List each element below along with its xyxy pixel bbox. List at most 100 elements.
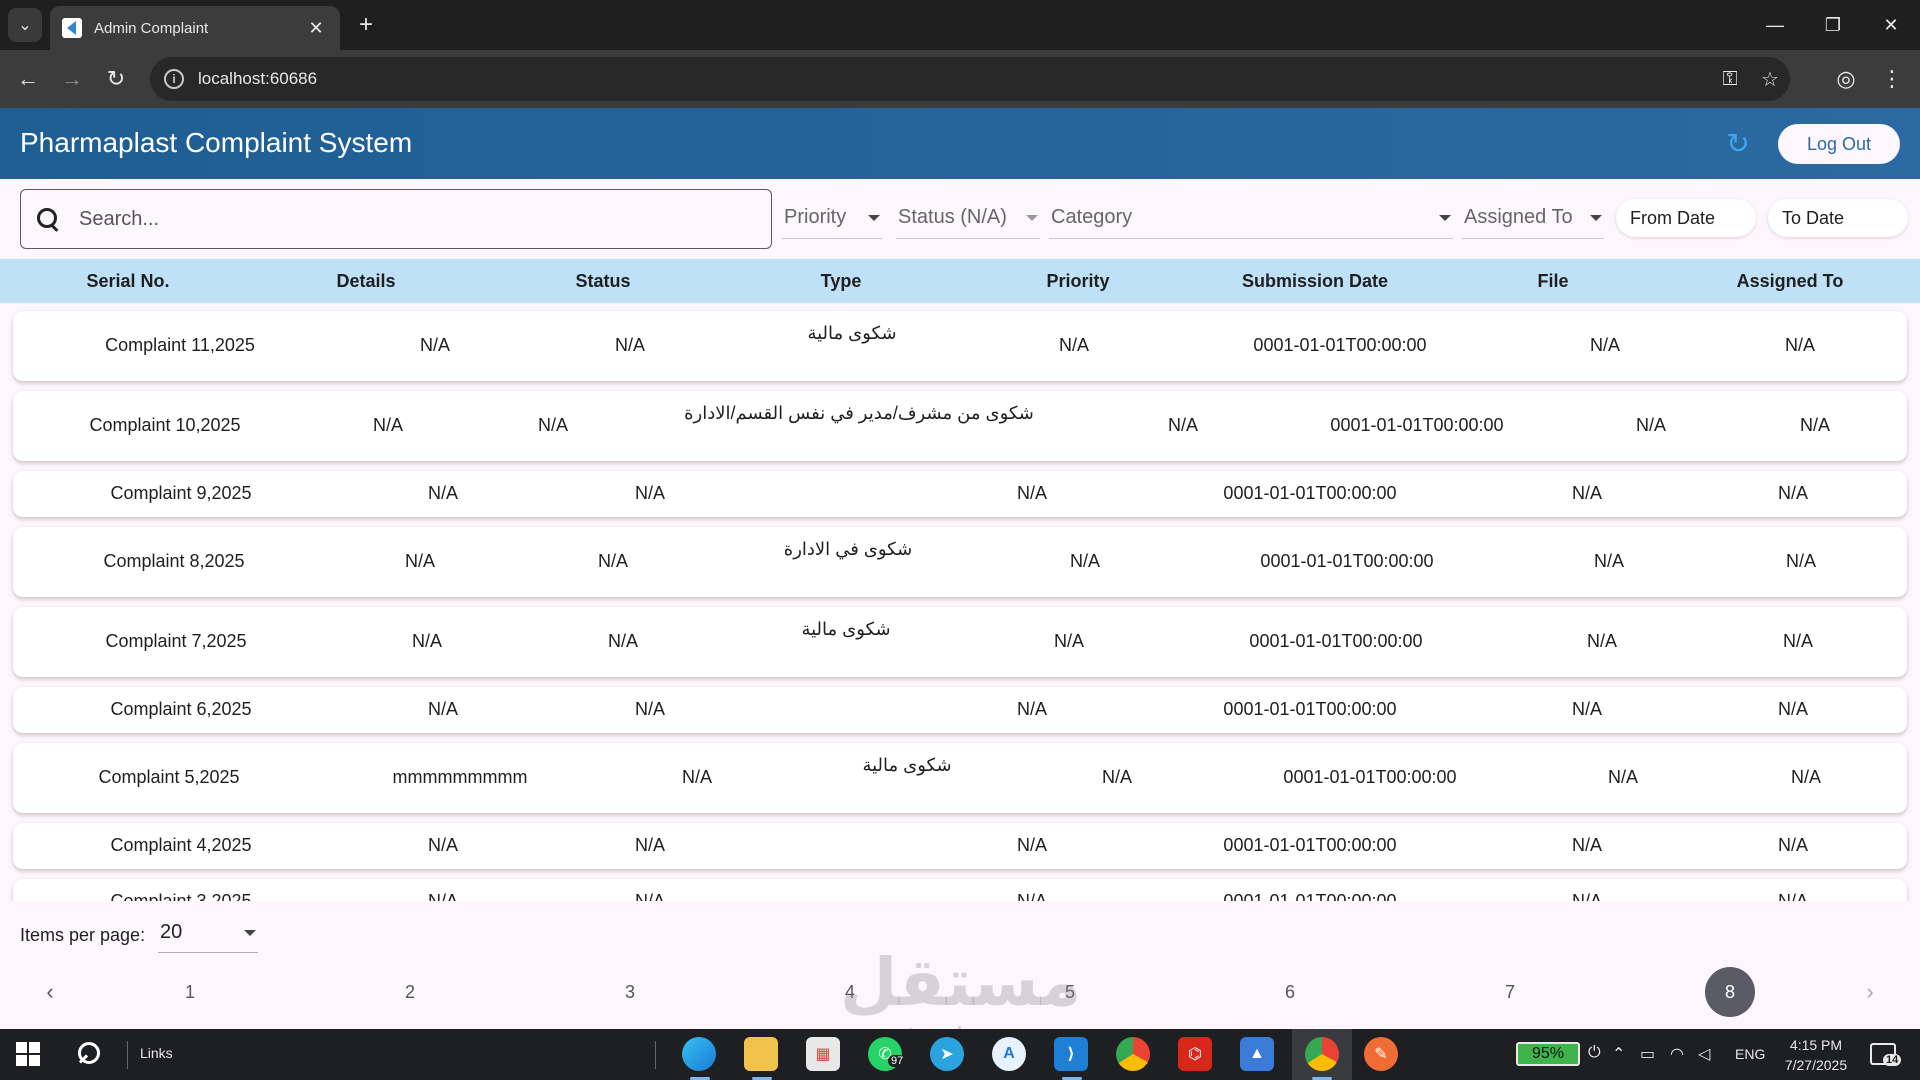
back-arrow-icon[interactable]: ← [12,63,44,95]
cell-status: N/A [537,415,569,435]
windows-start-icon[interactable] [16,1042,40,1066]
priority-dropdown-label: Priority [784,206,847,228]
page-button-active[interactable]: 8 [1705,967,1755,1017]
reload-icon[interactable]: ↻ [100,63,132,95]
cell-file: N/A [1589,335,1621,355]
address-bar[interactable]: i localhost:60686 ⚿ ☆ [150,57,1790,101]
cell-serial: Complaint 7,2025 [105,631,247,651]
status-dropdown[interactable]: Status (N/A) [896,197,1040,239]
page-button[interactable]: 2 [385,977,435,1007]
tab-search-button[interactable]: ⌄ [8,8,42,42]
table-row[interactable]: Complaint 6,2025 N/A N/A N/A 0001-01-01T… [13,687,1907,733]
page-button[interactable]: 6 [1265,977,1315,1007]
prev-page-button[interactable]: ‹ [35,977,65,1007]
pdf-reader-icon[interactable]: ⌬ [1178,1037,1212,1071]
cell-details: mmmmmmmmm [392,767,528,787]
app-store-icon[interactable]: A [992,1037,1026,1071]
taskbar-search-icon[interactable] [74,1040,104,1070]
cell-serial: Complaint 11,2025 [105,335,255,355]
browser-tab[interactable]: Admin Complaint ✕ [50,6,340,50]
from-date-button[interactable]: From Date [1616,199,1756,237]
filter-bar: Priority Status (N/A) Category Assigned … [0,179,1920,259]
page-button[interactable]: 1 [165,977,215,1007]
table-row[interactable]: Complaint 11,2025 N/A N/A شكوى مالية N/A… [13,311,1907,381]
cell-assigned-to: N/A [1799,415,1831,435]
telegram-icon[interactable]: ➤ [930,1037,964,1071]
items-per-page-label: Items per page: [20,925,146,945]
search-input[interactable] [79,207,719,231]
next-page-button[interactable]: › [1855,977,1885,1007]
cell-file: N/A [1586,631,1618,651]
cell-details: N/A [427,835,459,855]
cell-assigned-to: N/A [1784,335,1816,355]
tab-title: Admin Complaint [94,19,209,37]
cell-assigned-to: N/A [1790,767,1822,787]
search-field[interactable] [20,189,772,249]
battery-indicator[interactable]: 95% [1516,1042,1580,1066]
bookmark-star-icon[interactable]: ☆ [1750,67,1790,92]
photos-icon[interactable]: ▲ [1240,1037,1274,1071]
cell-serial: Complaint 3,2025 [110,891,252,901]
browser-toolbar: ← → ↻ i localhost:60686 ⚿ ☆ ◎ ⋮ [0,50,1920,108]
postman-icon[interactable]: ✎ [1364,1037,1398,1071]
table-row[interactable]: Complaint 5,2025 mmmmmmmmm N/A شكوى مالي… [13,743,1907,813]
cell-file: N/A [1607,767,1639,787]
category-dropdown[interactable]: Category [1049,197,1453,239]
cell-status: N/A [681,767,713,787]
new-tab-button[interactable]: + [352,10,380,40]
page-button[interactable]: 3 [605,977,655,1007]
site-info-icon[interactable]: i [164,69,184,89]
watermark-logo: مستقل [840,944,1082,1021]
table-row[interactable]: Complaint 4,2025 N/A N/A N/A 0001-01-01T… [13,823,1907,869]
column-header-details: Details [336,271,396,291]
cell-status: N/A [597,551,629,571]
cell-submission-date: 0001-01-01T00:00:00 [1249,631,1423,651]
close-window-icon[interactable]: ✕ [1862,0,1920,50]
chevron-up-icon[interactable]: ⌃ [1612,1044,1625,1064]
forward-arrow-icon[interactable]: → [56,63,88,95]
cell-priority: N/A [1058,335,1090,355]
cell-details: N/A [427,699,459,719]
display-icon[interactable]: ▭ [1640,1044,1655,1064]
cell-assigned-to: N/A [1777,891,1809,901]
cell-serial: Complaint 5,2025 [98,767,240,787]
password-key-icon[interactable]: ⚿ [1710,68,1750,91]
to-date-button[interactable]: To Date [1768,199,1908,237]
clock-date: 7/27/2025 [1784,1057,1848,1073]
file-explorer-icon[interactable] [744,1037,778,1071]
page-button[interactable]: 7 [1485,977,1535,1007]
logout-button[interactable]: Log Out [1778,124,1900,164]
cell-priority: N/A [1016,891,1048,901]
table-row[interactable]: Complaint 7,2025 N/A N/A شكوى مالية N/A … [13,607,1907,677]
taskbar-links-label[interactable]: Links [140,1045,173,1061]
restore-icon[interactable]: ❐ [1804,0,1862,50]
cell-type: شكوى من مشرف/مدير في نفس القسم/الادارة [684,403,1034,423]
refresh-icon[interactable]: ↻ [1724,130,1752,158]
cell-file: N/A [1571,699,1603,719]
browser-tab-strip: ⌄ Admin Complaint ✕ + — ❐ ✕ [0,0,1920,50]
menu-kebab-icon[interactable]: ⋮ [1876,63,1908,95]
url-text[interactable]: localhost:60686 [198,69,1710,89]
table-row[interactable]: Complaint 10,2025 N/A N/A شكوى من مشرف/م… [13,391,1907,461]
chevron-down-icon: ⌄ [18,17,32,34]
edge-icon[interactable] [682,1037,716,1071]
input-language[interactable]: ENG [1735,1046,1765,1062]
cell-assigned-to: N/A [1782,631,1814,651]
table-row[interactable]: Complaint 3,2025 N/A N/A N/A 0001-01-01T… [13,879,1907,901]
store-icon[interactable]: ▦ [806,1037,840,1071]
priority-dropdown[interactable]: Priority [782,197,882,239]
tab-close-icon[interactable]: ✕ [304,18,328,39]
wifi-icon[interactable]: ◠ [1670,1044,1684,1064]
table-row[interactable]: Complaint 8,2025 N/A N/A شكوى في الادارة… [13,527,1907,597]
items-per-page-select[interactable]: 20 [158,913,258,953]
clock[interactable]: 4:15 PM 7/27/2025 [1776,1035,1856,1075]
vscode-icon[interactable]: ⟩ [1054,1037,1088,1071]
assigned-to-dropdown[interactable]: Assigned To [1462,197,1604,239]
chrome-icon[interactable] [1116,1037,1150,1071]
profile-icon[interactable]: ◎ [1830,63,1862,95]
minimize-icon[interactable]: — [1746,0,1804,50]
chrome-active-icon[interactable] [1305,1037,1339,1071]
cell-status: N/A [614,335,646,355]
volume-icon[interactable]: ◁ [1698,1044,1710,1064]
table-row[interactable]: Complaint 9,2025 N/A N/A N/A 0001-01-01T… [13,471,1907,517]
